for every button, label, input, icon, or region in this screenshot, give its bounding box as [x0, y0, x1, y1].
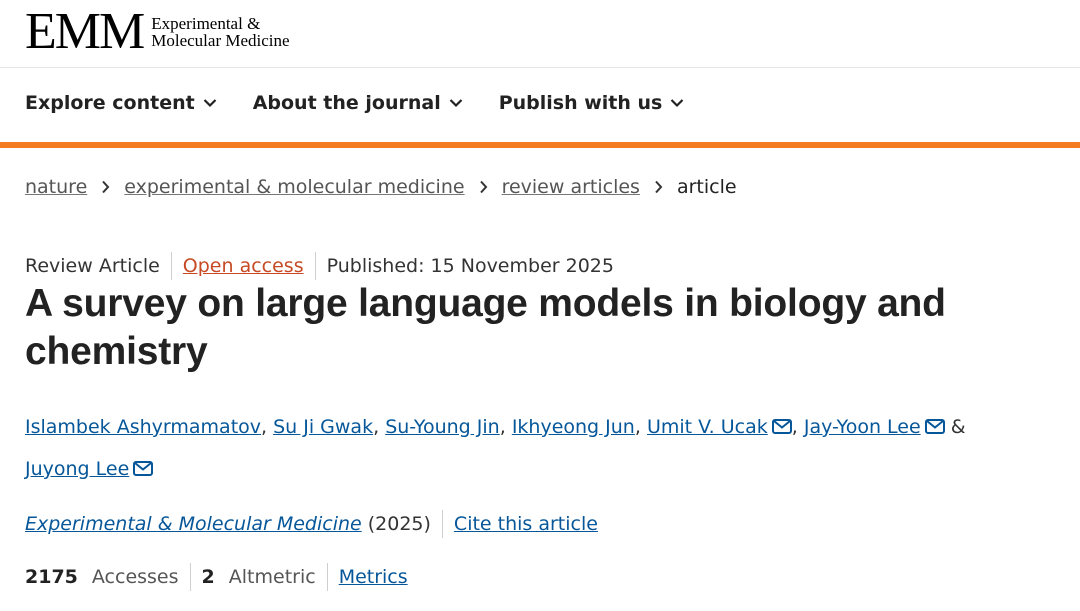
publication-year: (2025): [367, 513, 431, 535]
chevron-right-icon: [101, 180, 110, 194]
journal-line: Experimental & Molecular Medicine (2025)…: [25, 510, 598, 538]
published-date: Published: 15 November 2025: [326, 255, 614, 277]
logo-line-2: Molecular Medicine: [151, 31, 290, 50]
breadcrumb-nature[interactable]: nature: [25, 176, 87, 198]
altmetric-label: Altmetric: [228, 566, 316, 588]
email-icon[interactable]: [771, 419, 792, 434]
chevron-down-icon: [449, 99, 462, 108]
altmetric-count: 2: [201, 566, 215, 588]
divider: [189, 563, 191, 591]
email-icon[interactable]: [924, 419, 945, 434]
article-title: A survey on large language models in bio…: [25, 282, 946, 373]
accent-bar: [0, 142, 1080, 148]
divider: [170, 252, 172, 280]
nav-publish-with-us[interactable]: Publish with us: [499, 92, 685, 114]
author-separator: ,: [261, 416, 268, 438]
journal-link[interactable]: Experimental & Molecular Medicine: [25, 513, 362, 535]
chevron-right-icon: [654, 180, 663, 194]
author-link[interactable]: Juyong Lee: [25, 458, 129, 480]
divider: [314, 252, 316, 280]
accesses-count: 2175: [25, 566, 78, 588]
accesses-label: Accesses: [91, 566, 179, 588]
nav-label: About the journal: [252, 92, 441, 114]
author-separator: ,: [634, 416, 641, 438]
author-link[interactable]: Su Ji Gwak: [273, 416, 373, 438]
divider: [326, 563, 328, 591]
breadcrumb-current: article: [676, 176, 737, 198]
open-access-link[interactable]: Open access: [183, 255, 304, 277]
author-separator: ,: [373, 416, 380, 438]
nav-label: Explore content: [25, 92, 195, 114]
cite-this-article-link[interactable]: Cite this article: [454, 513, 598, 535]
journal-logo[interactable]: EMM Experimental & Molecular Medicine: [25, 3, 290, 60]
divider: [441, 510, 443, 538]
author-link[interactable]: Islambek Ashyrmamatov: [25, 416, 261, 438]
article-meta: Review Article Open access Published: 15…: [25, 252, 614, 280]
main-nav: Explore content About the journal Publis…: [25, 92, 720, 114]
author-list: Islambek Ashyrmamatov, Su Ji Gwak, Su-Yo…: [25, 406, 1065, 490]
author-link[interactable]: Ikhyeong Jun: [512, 416, 635, 438]
logo-line-1: Experimental &: [151, 14, 261, 33]
author-link[interactable]: Umit V. Ucak: [647, 416, 768, 438]
metrics-line: 2175 Accesses 2 Altmetric Metrics: [25, 563, 408, 591]
chevron-down-icon: [203, 99, 216, 108]
metrics-link[interactable]: Metrics: [339, 566, 408, 588]
author-link[interactable]: Su-Young Jin: [385, 416, 500, 438]
article-type: Review Article: [25, 255, 160, 277]
breadcrumb-review-articles[interactable]: review articles: [502, 176, 640, 198]
author-separator: ,: [499, 416, 506, 438]
logo-mark: EMM: [25, 3, 145, 60]
chevron-down-icon: [671, 99, 684, 108]
nav-about-the-journal[interactable]: About the journal: [253, 92, 463, 114]
breadcrumb-journal[interactable]: experimental & molecular medicine: [124, 176, 464, 198]
author-and: &: [950, 416, 966, 438]
logo-subtitle: Experimental & Molecular Medicine: [151, 15, 289, 49]
chevron-right-icon: [479, 180, 488, 194]
email-icon[interactable]: [133, 461, 154, 476]
header-divider: [0, 67, 1080, 68]
author-separator: ,: [791, 416, 798, 438]
nav-explore-content[interactable]: Explore content: [25, 92, 217, 114]
breadcrumb: nature experimental & molecular medicine…: [25, 176, 737, 198]
nav-label: Publish with us: [498, 92, 663, 114]
author-link[interactable]: Jay-Yoon Lee: [804, 416, 921, 438]
